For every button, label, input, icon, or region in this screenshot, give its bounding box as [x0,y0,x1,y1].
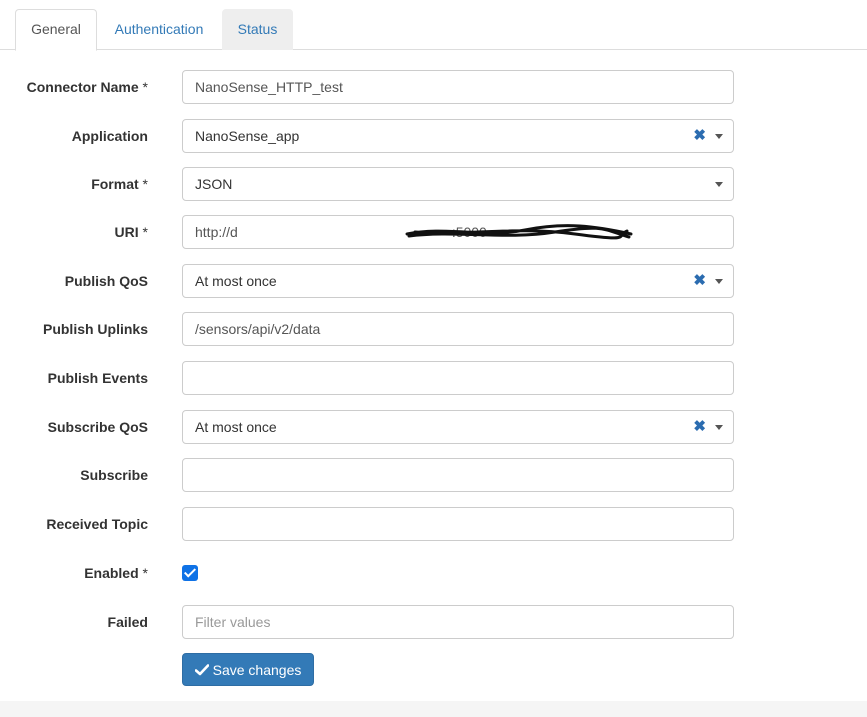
required-mark: * [142,79,148,95]
connector-name-input[interactable] [182,70,734,104]
publish-qos-label: Publish QoS [64,273,148,289]
format-row: Format * JSON [0,167,867,201]
check-icon [194,663,209,675]
required-mark: * [142,224,148,240]
redaction-scribble [405,224,633,240]
format-select[interactable]: JSON [182,167,734,201]
save-changes-button[interactable]: Save changes [182,653,314,686]
clear-icon[interactable]: ✖ [693,411,706,443]
publish-events-input[interactable] [182,361,734,395]
chevron-down-icon[interactable] [715,182,723,187]
failed-filter-input[interactable] [182,605,734,639]
publish-qos-select[interactable]: At most once ✖ [182,264,734,298]
publish-uplinks-input[interactable] [182,312,734,346]
tab-general[interactable]: General [15,9,97,51]
publish-events-label: Publish Events [47,370,148,386]
subscribe-qos-row: Subscribe QoS At most once ✖ [0,410,867,444]
format-label: Format * [91,176,148,192]
check-icon [183,565,197,578]
uri-input[interactable]: http://d:5000 [182,215,734,249]
publish-events-row: Publish Events [0,361,867,395]
received-topic-label: Received Topic [46,516,148,532]
tab-authentication[interactable]: Authentication [97,9,221,50]
publish-qos-value: At most once [195,273,277,289]
required-mark: * [142,176,148,192]
clear-icon[interactable]: ✖ [693,265,706,297]
received-topic-input[interactable] [182,507,734,541]
subscribe-row: Subscribe [0,458,867,492]
application-select[interactable]: NanoSense_app ✖ [182,119,734,153]
tab-bar: General Authentication Status [0,0,867,51]
format-value: JSON [195,176,233,192]
uri-value-prefix: http://d [195,224,238,240]
application-value: NanoSense_app [195,128,300,144]
failed-label: Failed [107,614,148,630]
save-changes-label: Save changes [212,661,302,678]
clear-icon[interactable]: ✖ [693,120,706,152]
chevron-down-icon[interactable] [715,425,723,430]
uri-label: URI * [114,224,148,240]
chevron-down-icon[interactable] [715,279,723,284]
subscribe-qos-label: Subscribe QoS [47,419,148,435]
publish-uplinks-label: Publish Uplinks [42,321,148,337]
subscribe-label: Subscribe [80,467,148,483]
subscribe-qos-value: At most once [195,419,277,435]
enabled-checkbox[interactable] [182,565,198,581]
publish-uplinks-row: Publish Uplinks [0,312,867,346]
received-topic-row: Received Topic [0,507,867,541]
tab-status[interactable]: Status [222,9,293,50]
chevron-down-icon[interactable] [715,134,723,139]
connector-name-label: Connector Name * [26,79,148,95]
application-row: Application NanoSense_app ✖ [0,119,867,153]
uri-row: URI * http://d:5000 [0,215,867,249]
footer-band [0,701,867,717]
subscribe-qos-select[interactable]: At most once ✖ [182,410,734,444]
enabled-row: Enabled * [0,556,867,590]
subscribe-input[interactable] [182,458,734,492]
required-mark: * [142,565,148,581]
connector-name-row: Connector Name * [0,70,867,104]
enabled-label: Enabled * [84,565,148,581]
application-label: Application [71,128,148,144]
publish-qos-row: Publish QoS At most once ✖ [0,264,867,298]
failed-row: Failed [0,605,867,639]
